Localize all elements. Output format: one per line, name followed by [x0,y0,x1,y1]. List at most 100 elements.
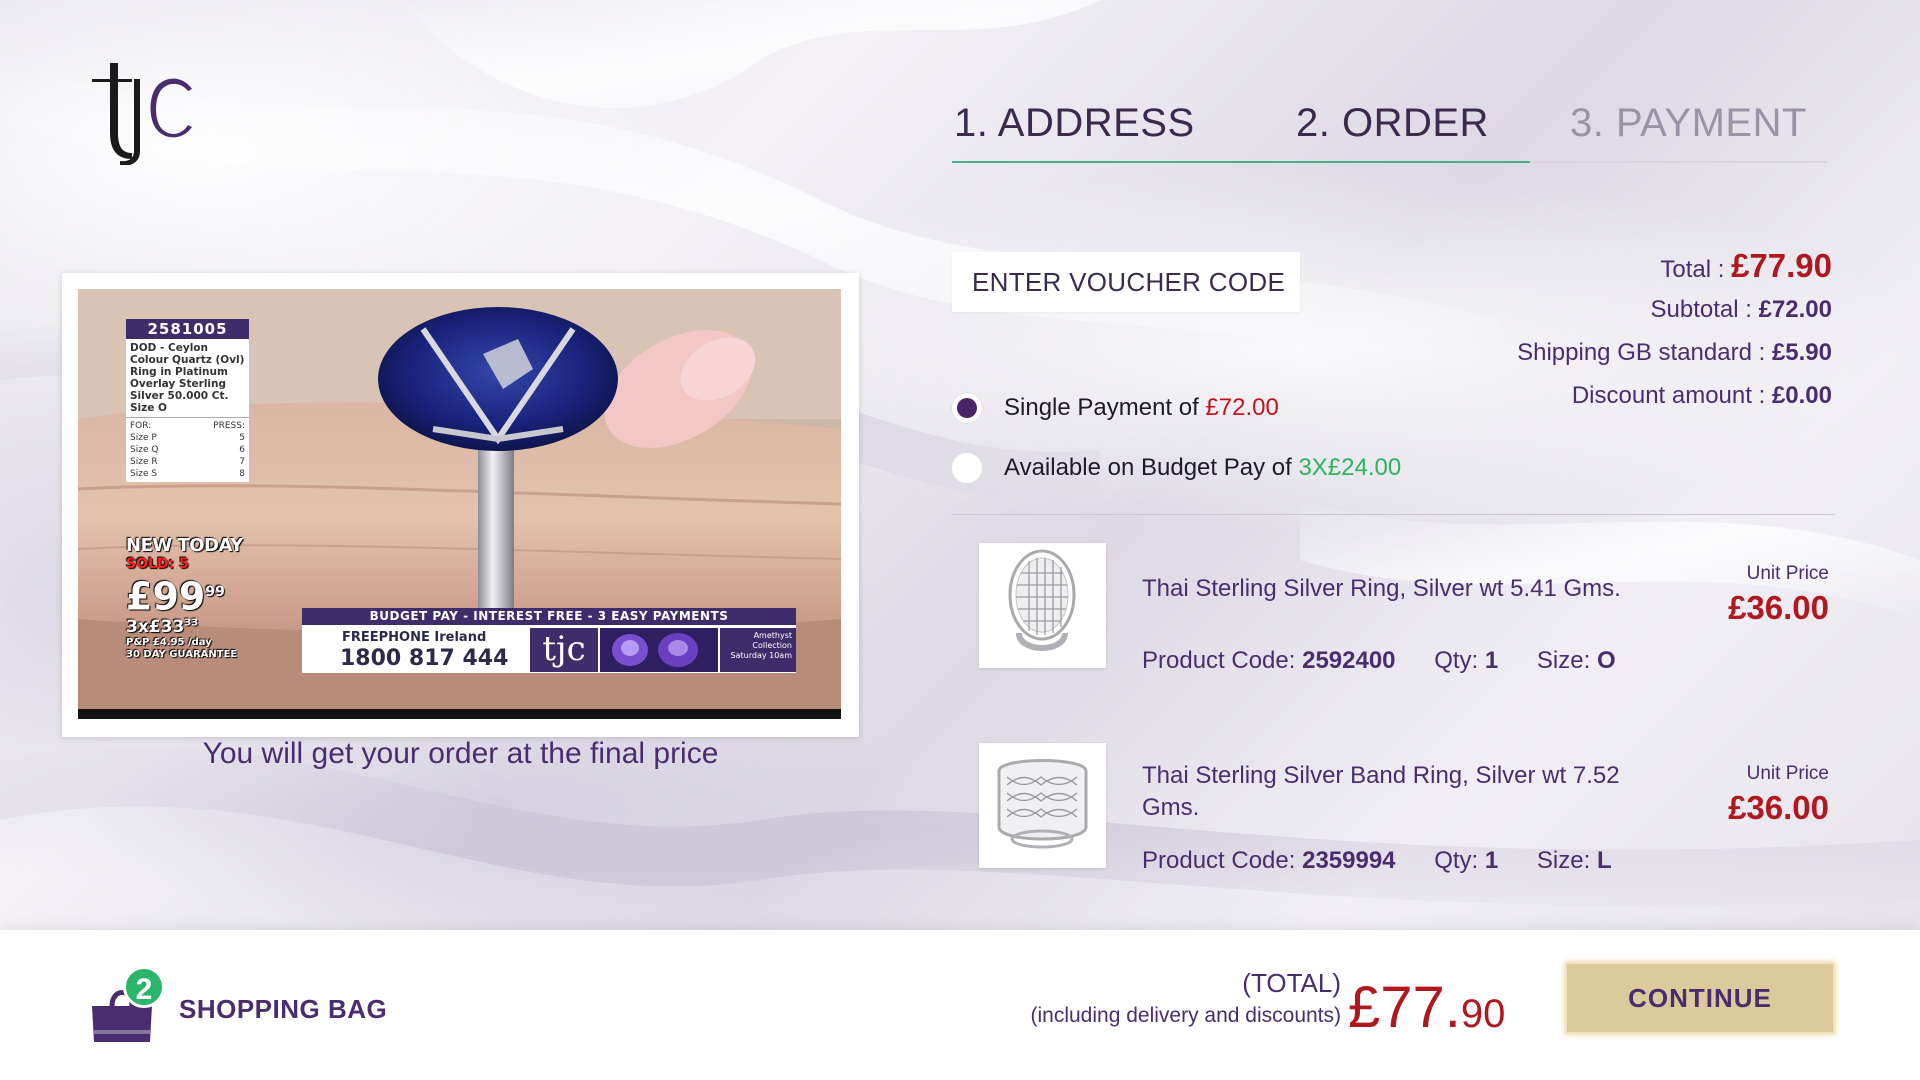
tv-size-press: 8 [239,469,245,479]
order-totals: Total : £77.90 Subtotal : £72.00 Shippin… [1517,248,1832,417]
size-label: Size: [1536,647,1591,674]
subtotal-label: Subtotal : [1650,296,1752,323]
amethyst-gems-icon [612,633,698,667]
single-payment-text: Single Payment of [1004,394,1199,421]
tv-gem-thumbnail [600,628,718,672]
shipping-value: £5.90 [1771,339,1832,366]
bottom-total-label: (TOTAL) [1242,968,1341,998]
unit-price-label: Unit Price [1746,763,1829,784]
tv-promo-overlay: NEW TODAY SOLD: 5 £9999 3x£3333 P&P £4.9… [126,535,243,661]
voucher-code-input[interactable] [952,252,1300,312]
unit-price-label: Unit Price [1746,563,1829,584]
bottom-total-big: £77. [1348,975,1461,1040]
discount-value: £0.00 [1771,382,1832,409]
qty-label: Qty: [1434,647,1479,674]
live-tv-video[interactable]: 2581005 DOD - Ceylon Colour Quartz (Ovl)… [78,289,841,719]
product-meta: Product Code: 2592400 Qty: 1 Size: O [1142,647,1616,675]
tv-price-main: £99 [126,574,206,619]
radio-selected-dot [957,398,977,418]
unit-price: £36.00 [1728,589,1829,626]
product-meta: Product Code: 2359994 Qty: 1 Size: L [1142,847,1612,875]
tv-size-press: 6 [239,445,245,455]
tv-guarantee: 30 DAY GUARANTEE [126,648,238,660]
tv-phone-number: 1800 817 444 [340,646,509,671]
tv-size-label: Size P [130,433,157,443]
discount-label: Discount amount : [1571,382,1766,409]
tv-sold-count: SOLD: 5 [126,556,189,572]
product-code: 2359994 [1302,847,1396,874]
subtotal-value: £72.00 [1758,296,1832,323]
tv-pp-line: P&P £4.95 /day [126,636,212,648]
tv-budget-price: 3x£3333 [126,617,243,637]
order-item: Thai Sterling Silver Ring, Silver wt 5.4… [979,543,1829,675]
section-divider [952,514,1835,515]
tv-product-code: 2581005 [126,319,249,339]
tv-budget-pence: 33 [184,617,199,628]
tv-gem-caption: Amethyst Collection Saturday 10am [720,628,796,672]
product-code-label: Product Code: [1142,647,1296,674]
discount-row: Discount amount : £0.00 [1517,374,1832,417]
step-progress-bar [952,161,1530,163]
tv-budget-pay-banner: BUDGET PAY - INTEREST FREE - 3 EASY PAYM… [302,608,796,673]
shipping-label: Shipping GB standard : [1517,339,1766,366]
shipping-row: Shipping GB standard : £5.90 [1517,331,1832,374]
tv-new-today: NEW TODAY [126,535,243,556]
order-item: Thai Sterling Silver Band Ring, Silver w… [979,743,1829,875]
subtotal-row: Subtotal : £72.00 [1517,288,1832,331]
step-payment[interactable]: 3. PAYMENT [1570,101,1807,146]
tv-size-table: FOR: PRESS: Size P 5 Size Q 6 Size R 7 Size … [126,417,249,482]
step-order[interactable]: 2. ORDER [1296,101,1489,146]
tv-product-info: 2581005 DOD - Ceylon Colour Quartz (Ovl)… [126,319,249,482]
bottom-total-amount: £77.90 [1348,974,1505,1041]
product-image[interactable] [979,743,1106,868]
bottom-total-sub-label: (including delivery and discounts) [1030,1004,1342,1027]
tv-product-description: DOD - Ceylon Colour Quartz (Ovl) Ring in… [130,342,245,414]
step-address[interactable]: 1. ADDRESS [954,101,1195,146]
bag-count-badge: 2 [123,966,165,1008]
budget-pay-radio[interactable] [952,453,982,483]
qty-value: 1 [1484,847,1499,874]
bottom-total-small: 90 [1460,992,1506,1036]
silver-band-ring-icon [997,759,1088,849]
product-image[interactable] [979,543,1106,668]
total-row: Total : £77.90 [1517,248,1832,288]
single-payment-radio[interactable] [952,393,982,423]
silver-ring-icon [1008,549,1076,651]
tv-price: £9999 [126,572,243,617]
tv-size-press: 7 [239,457,245,467]
tv-size-label: Size R [130,457,158,467]
final-price-note: You will get your order at the final pri… [202,737,719,770]
tv-price-pence: 99 [205,584,225,600]
size-label: Size: [1536,847,1591,874]
product-name: Thai Sterling Silver Ring, Silver wt 5.4… [1142,575,1621,602]
single-payment-option[interactable]: Single Payment of £72.00 [952,393,1279,423]
product-code: 2592400 [1302,647,1396,674]
size-value: O [1596,647,1616,674]
size-value: L [1596,847,1612,874]
tv-size-label: Size S [130,469,158,479]
total-label: Total : [1660,256,1725,283]
live-tv-panel: 2581005 DOD - Ceylon Colour Quartz (Ovl)… [62,273,859,737]
tv-size-press-header: PRESS: [213,421,245,431]
tv-budget-main: 3x£33 [126,616,185,637]
total-value: £77.90 [1731,247,1832,284]
continue-button[interactable]: CONTINUE [1565,962,1835,1034]
product-name: Thai Sterling Silver Band Ring, Silver w… [1142,762,1620,821]
tv-banner-logo: tjc [530,628,598,672]
checkout-steps: 1. ADDRESS 2. ORDER 3. PAYMENT [952,95,1827,163]
tv-size-press: 5 [239,433,245,443]
product-code-label: Product Code: [1142,847,1296,874]
qty-label: Qty: [1434,847,1479,874]
unit-price: £36.00 [1728,789,1829,826]
budget-pay-option[interactable]: Available on Budget Pay of 3X£24.00 [952,453,1401,483]
tv-banner-title: BUDGET PAY - INTEREST FREE - 3 EASY PAYM… [302,608,796,625]
tv-size-for-header: FOR: [130,421,152,431]
qty-value: 1 [1484,647,1499,674]
shopping-bag-label[interactable]: SHOPPING BAG [179,994,387,1025]
budget-pay-text: Available on Budget Pay of [1004,454,1292,481]
bottom-bar: 2 SHOPPING BAG (TOTAL) (including delive… [0,930,1920,1080]
tv-phone-label: FREEPHONE Ireland [342,630,487,645]
tjc-logo[interactable] [88,55,198,165]
single-payment-amount: £72.00 [1205,394,1279,421]
budget-pay-amount: 3X£24.00 [1298,454,1402,481]
